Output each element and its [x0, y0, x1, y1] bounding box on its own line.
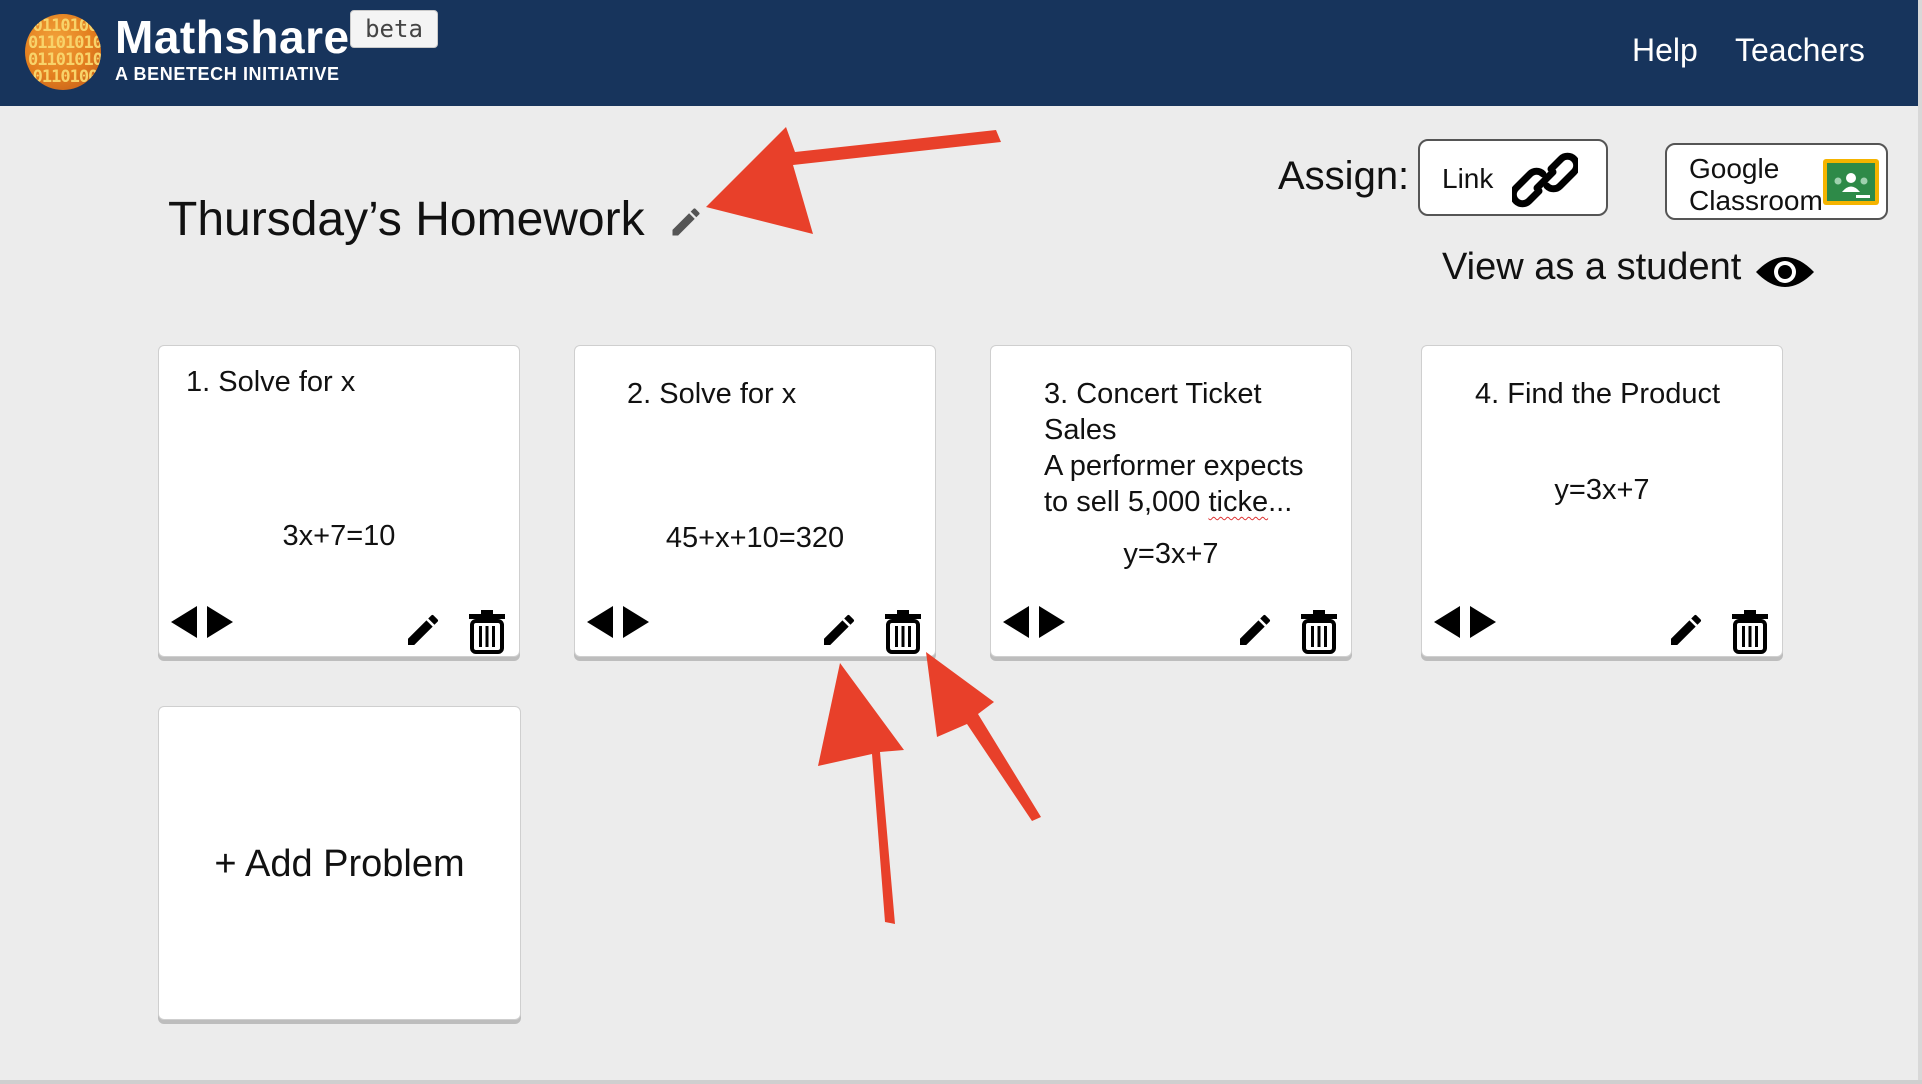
assign-link-button[interactable]: Link: [1418, 139, 1608, 216]
assign-google-classroom-button[interactable]: Google Classroom: [1665, 143, 1888, 220]
nav-help-link[interactable]: Help: [1632, 32, 1698, 69]
problem-title-line: Sales: [1044, 414, 1117, 446]
pencil-icon[interactable]: [1666, 610, 1706, 650]
problem-title: 2. Solve for x: [627, 378, 797, 410]
problem-text-ellipsis: ...: [1268, 486, 1293, 518]
pencil-icon[interactable]: [668, 204, 704, 240]
problem-title-line: 3. Concert Ticket: [1044, 378, 1262, 410]
problem-equation: 45+x+10=320: [665, 522, 845, 554]
problem-text-segment: to sell 5,000: [1044, 486, 1209, 518]
problem-card-3[interactable]: 3. Concert Ticket Sales A performer expe…: [990, 345, 1352, 657]
problem-equation: 3x+7=10: [282, 520, 396, 552]
trash-icon[interactable]: [1299, 608, 1339, 654]
problem-description: 3. Concert Ticket Sales A performer expe…: [1044, 376, 1304, 520]
google-classroom-icon: [1823, 159, 1879, 205]
pencil-icon[interactable]: [403, 610, 443, 650]
page-title: Thursday’s Homework: [168, 193, 645, 246]
left-right-arrows-icon[interactable]: [587, 604, 649, 640]
brand-subtitle: A BENETECH INITIATIVE: [115, 64, 340, 84]
problem-equation: y=3x+7: [1554, 474, 1650, 506]
google-classroom-label-line1: Google: [1689, 153, 1780, 184]
view-as-student-link[interactable]: View as a student: [1442, 246, 1741, 289]
add-problem-button[interactable]: + Add Problem: [158, 706, 521, 1020]
nav-teachers-link[interactable]: Teachers: [1735, 32, 1865, 69]
spellcheck-word: ticke: [1208, 486, 1269, 518]
annotation-arrow-title-edit: [706, 127, 1001, 234]
add-problem-label: + Add Problem: [214, 843, 465, 885]
pencil-icon[interactable]: [1235, 610, 1275, 650]
pencil-icon[interactable]: [819, 610, 859, 650]
problem-equation: y=3x+7: [1123, 538, 1219, 570]
problem-text-line: to sell 5,000 ticke...: [1044, 486, 1292, 518]
trash-icon[interactable]: [883, 608, 923, 654]
problem-title: 1. Solve for x: [186, 366, 356, 398]
window-bottom-edge: [0, 1080, 1922, 1084]
trash-icon[interactable]: [467, 608, 507, 654]
annotation-arrow-card-delete: [926, 652, 1041, 821]
problem-card-2[interactable]: 2. Solve for x 45+x+10=320: [574, 345, 936, 657]
brand-name[interactable]: Mathshare: [115, 10, 350, 64]
problem-card-4[interactable]: 4. Find the Product y=3x+7: [1421, 345, 1783, 657]
beta-badge: beta: [350, 10, 438, 48]
trash-icon[interactable]: [1730, 608, 1770, 654]
google-classroom-label-line2: Classroom: [1689, 185, 1823, 216]
chain-link-icon: [1512, 152, 1578, 208]
eye-icon[interactable]: [1754, 252, 1816, 292]
mathshare-logo-icon[interactable]: 0110100 01101010 01101010 0110100: [25, 14, 101, 90]
problem-card-1[interactable]: 1. Solve for x 3x+7=10: [158, 345, 520, 657]
left-right-arrows-icon[interactable]: [1003, 604, 1065, 640]
top-navigation-bar: 0110100 01101010 01101010 0110100 Mathshare…: [0, 0, 1918, 106]
assign-label: Assign:: [1278, 154, 1410, 198]
problem-title: 4. Find the Product: [1475, 378, 1721, 410]
window-edge: [1918, 0, 1922, 1084]
google-classroom-label: Google Classroom: [1689, 153, 1823, 217]
annotation-arrow-card-edit: [818, 663, 904, 924]
left-right-arrows-icon[interactable]: [1434, 604, 1496, 640]
assign-link-label: Link: [1442, 163, 1494, 194]
problem-text-line: A performer expects: [1044, 450, 1304, 482]
left-right-arrows-icon[interactable]: [171, 604, 233, 640]
